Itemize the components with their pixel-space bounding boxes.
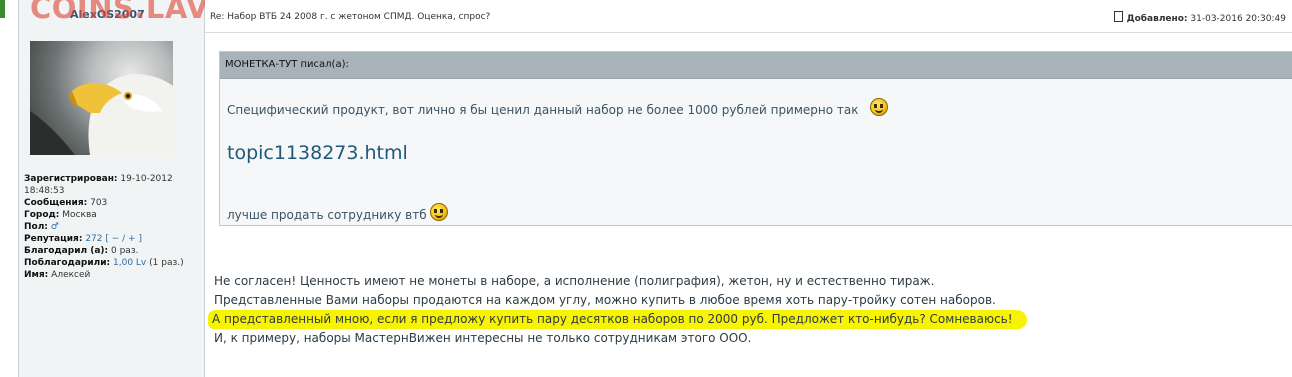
highlighted-text: А представленный мною, если я предложу к…: [208, 310, 1027, 329]
post-marker: [0, 0, 5, 18]
name-label: Имя:: [24, 270, 49, 280]
name-value: Алексей: [51, 270, 91, 280]
registered-label: Зарегистрирован:: [24, 174, 118, 184]
post-added: Добавлено: 31-03-2016 20:30:49: [1113, 11, 1286, 24]
thanked-label: Благодарил (а):: [24, 246, 109, 256]
city-label: Город:: [24, 210, 60, 220]
post-subject: Re: Набор ВТБ 24 2008 г. с жетоном СПМД.…: [210, 12, 491, 22]
messages-label: Сообщения:: [24, 198, 88, 208]
added-label: Добавлено:: [1126, 14, 1188, 24]
quote-author: МОНЕТКА-ТУТ писал(а):: [225, 59, 349, 70]
quote-line-1-text: Специфический продукт, вот лично я бы це…: [227, 103, 859, 117]
eagle-image: [30, 74, 173, 155]
post-body: Не согласен! Ценность имеют не монеты в …: [208, 272, 1027, 348]
reputation-value[interactable]: 272: [85, 234, 102, 244]
gender-label: Пол:: [24, 222, 48, 232]
author-profile: Зарегистрирован: 19-10-2012 18:48:53 Соо…: [24, 173, 200, 281]
post-header: Re: Набор ВТБ 24 2008 г. с жетоном СПМД.…: [205, 0, 1292, 33]
thanked-value: 0 раз.: [111, 246, 139, 256]
smiley-icon: [870, 98, 889, 116]
city-value: Москва: [62, 210, 97, 220]
reputation-label: Репутация:: [24, 234, 83, 244]
quote-header: МОНЕТКА-ТУТ писал(а):: [220, 52, 1292, 79]
quote-link[interactable]: topic1138273.html: [227, 142, 408, 164]
male-icon: ♂: [50, 222, 59, 232]
was-thanked-label: Поблагодарили:: [24, 258, 111, 268]
quote-line-2: лучше продать сотруднику втб: [227, 203, 449, 222]
document-icon[interactable]: [1113, 11, 1123, 22]
quote-line-2-text: лучше продать сотруднику втб: [227, 208, 427, 222]
was-thanked-value[interactable]: 1,00 Lv: [113, 258, 146, 268]
was-thanked-count: (1 раз.): [149, 258, 184, 268]
reputation-vote-controls[interactable]: [ − / + ]: [105, 234, 142, 244]
reply-line-3: А представленный мною, если я предложу к…: [208, 310, 1027, 329]
reply-line-2: Представленные Вами наборы продаются на …: [214, 293, 996, 307]
avatar: [30, 41, 173, 155]
smiley-icon: [430, 203, 449, 221]
reply-line-4: И, к примеру, наборы МастернВижен интере…: [214, 331, 752, 345]
messages-value: 703: [90, 198, 108, 208]
quote-line-1: Специфический продукт, вот лично я бы це…: [227, 98, 889, 117]
reply-line-1: Не согласен! Ценность имеют не монеты в …: [214, 274, 935, 288]
added-date: 31-03-2016 20:30:49: [1190, 14, 1286, 24]
quote-block: МОНЕТКА-ТУТ писал(а): Специфический прод…: [219, 51, 1292, 226]
